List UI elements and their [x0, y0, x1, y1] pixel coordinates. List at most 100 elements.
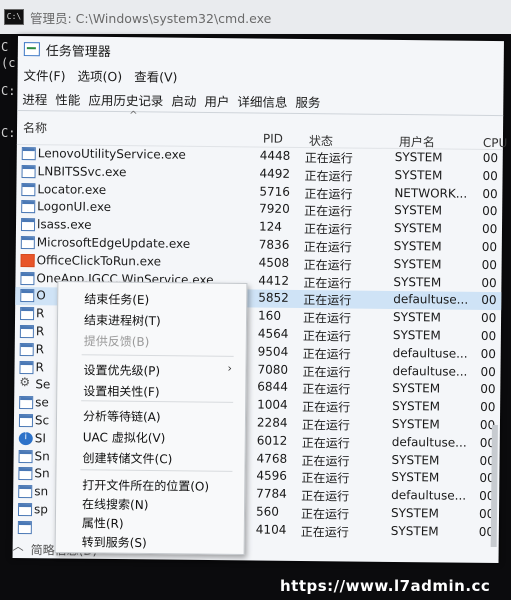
process-window-icon	[17, 502, 33, 517]
info-icon	[18, 431, 33, 445]
ctx-end-task[interactable]: 结束任务(E)	[84, 290, 149, 308]
process-name: R	[35, 359, 44, 374]
cmd-line: C:	[1, 84, 16, 98]
process-user: defaultuse...	[392, 345, 468, 361]
context-menu: 结束任务(E) 结束进程树(T) 提供反馈(B) 设置优先级(P) › 设置相关性(F) 分…	[54, 281, 248, 555]
tm-window-title: 任务管理器	[45, 43, 111, 60]
process-name: LogonUI.exe	[37, 199, 112, 215]
process-window-icon	[21, 147, 36, 161]
process-window-icon	[18, 449, 33, 463]
sort-up-icon: ^	[129, 110, 138, 122]
tab-details[interactable]: 详细信息	[236, 91, 288, 111]
process-pid: 4412	[258, 273, 290, 288]
column-cpu[interactable]: CPU	[483, 136, 508, 150]
tab-processes[interactable]: 进程	[21, 89, 48, 108]
task-manager-icon	[23, 42, 40, 57]
process-pid: 7080	[257, 362, 289, 377]
process-pid: 4564	[257, 326, 289, 341]
ctx-set-priority[interactable]: 设置优先级(P)	[83, 361, 160, 379]
process-pid: 4768	[256, 451, 288, 466]
process-cpu: 00	[480, 328, 497, 343]
process-status: 正在运行	[301, 417, 351, 433]
process-name: O	[36, 288, 46, 303]
process-pid: 124	[258, 219, 282, 234]
ctx-open-file-location[interactable]: 打开文件所在的位置(O)	[82, 476, 209, 494]
process-pid: 4104	[255, 522, 287, 537]
process-pid: 6844	[257, 379, 288, 395]
process-pid: 4492	[259, 166, 291, 181]
process-status: 正在运行	[301, 489, 350, 504]
process-pid: 9504	[257, 344, 289, 359]
column-user[interactable]: 用户名	[399, 133, 435, 150]
ctx-end-process-tree[interactable]: 结束进程树(T)	[84, 311, 161, 329]
process-window-icon	[20, 289, 35, 303]
ctx-provide-feedback: 提供反馈(B)	[83, 334, 150, 349]
process-pid: 6012	[256, 433, 288, 448]
tab-performance[interactable]: 性能	[54, 89, 81, 108]
process-cpu: 00	[480, 346, 497, 361]
chevron-right-icon: ›	[227, 361, 232, 375]
process-window-icon	[19, 342, 34, 356]
tab-startup[interactable]: 启动	[170, 90, 197, 109]
process-user: defaultuse...	[391, 434, 467, 450]
column-pid[interactable]: PID	[263, 132, 283, 146]
process-user: defaultuse...	[392, 363, 468, 379]
process-pid: 4596	[256, 468, 288, 484]
menu-separator	[81, 354, 234, 357]
ctx-go-to-services[interactable]: 转到服务(S)	[82, 533, 147, 551]
process-status: 正在运行	[304, 151, 353, 166]
process-name: Locator.exe	[37, 181, 107, 197]
office-icon	[20, 253, 35, 267]
process-user: SYSTEM	[393, 221, 442, 236]
ctx-uac-virtualization[interactable]: UAC 虚拟化(V)	[83, 428, 166, 446]
menu-options[interactable]: 选项(O)	[77, 65, 122, 84]
process-name: se	[35, 395, 49, 410]
column-status[interactable]: 状态	[309, 132, 333, 149]
tab-users[interactable]: 用户	[203, 90, 230, 109]
process-status: 正在运行	[302, 400, 351, 415]
process-status: 正在运行	[303, 275, 352, 291]
tab-services[interactable]: 服务	[294, 91, 321, 110]
process-user: SYSTEM	[394, 149, 443, 165]
process-name: LNBITSSvc.exe	[37, 164, 127, 179]
process-status: 正在运行	[302, 382, 351, 397]
process-name: MicrosoftEdgeUpdate.exe	[36, 235, 191, 251]
ctx-properties[interactable]: 属性(R)	[82, 514, 124, 531]
process-window-icon	[20, 218, 36, 232]
process-pid: 4448	[259, 148, 291, 163]
ctx-set-affinity[interactable]: 设置相关性(F)	[83, 382, 159, 400]
cmd-line: C	[1, 40, 9, 54]
vertical-scrollbar[interactable]	[490, 424, 498, 548]
menu-view[interactable]: 查看(V)	[134, 66, 178, 85]
tab-app-history[interactable]: 应用历史记录	[87, 89, 164, 109]
ctx-analyze-wait-chain[interactable]: 分析等待链(A)	[83, 407, 161, 425]
process-status: 正在运行	[301, 435, 350, 451]
process-user: SYSTEM	[391, 416, 440, 432]
process-cpu: 00	[480, 400, 496, 415]
process-user: SYSTEM	[391, 452, 440, 467]
process-user: SYSTEM	[394, 167, 443, 183]
process-status: 正在运行	[302, 364, 351, 380]
process-window-icon	[19, 360, 34, 374]
process-user: SYSTEM	[390, 505, 439, 521]
process-name: Se	[35, 377, 51, 392]
ctx-search-online[interactable]: 在线搜索(N)	[82, 495, 149, 513]
process-status: 正在运行	[302, 328, 351, 344]
process-status: 正在运行	[304, 186, 353, 202]
process-status: 正在运行	[301, 471, 350, 486]
table-header: ^ 名称 PID 状态 用户名 CPU	[16, 110, 507, 150]
process-pid: 2284	[256, 415, 288, 430]
gear-icon	[19, 378, 31, 389]
watermark-text: https://www.l7admin.cc	[280, 577, 491, 595]
process-pid: 1004	[257, 397, 288, 413]
process-name: Sc	[34, 413, 50, 428]
cmd-titlebar[interactable]: C:\ 管理员: C:\Windows\system32\cmd.exe	[0, 0, 511, 35]
column-name[interactable]: 名称	[23, 119, 47, 136]
process-window-icon	[18, 413, 34, 428]
ctx-create-dump-file[interactable]: 创建转储文件(C)	[82, 449, 173, 467]
process-pid: 560	[255, 504, 280, 519]
chevron-up-icon[interactable]: ︿	[13, 538, 24, 554]
menu-file[interactable]: 文件(F)	[24, 65, 66, 84]
cmd-prompt-icon: C:\	[4, 9, 24, 25]
process-status: 正在运行	[300, 506, 350, 522]
